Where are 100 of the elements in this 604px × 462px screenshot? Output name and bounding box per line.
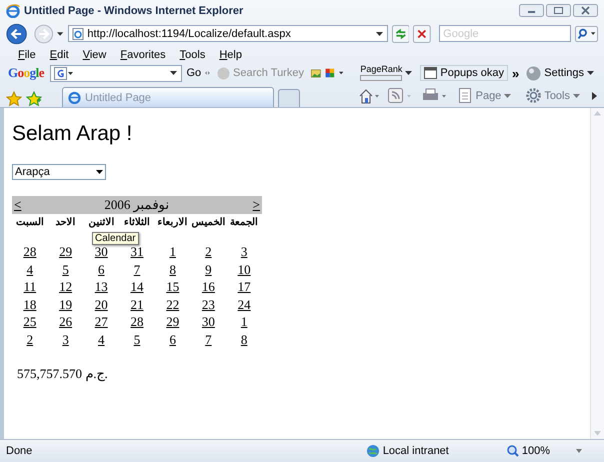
zoom-icon bbox=[506, 445, 519, 457]
day-link[interactable]: 12 bbox=[48, 278, 84, 296]
picture-icon[interactable] bbox=[310, 66, 321, 80]
menu-item[interactable]: File bbox=[18, 48, 36, 60]
day-link[interactable]: 28 bbox=[119, 313, 155, 330]
window-title: Untitled Page - Windows Internet Explorer bbox=[24, 4, 244, 16]
day-link[interactable]: 3 bbox=[48, 330, 84, 348]
maximize-button[interactable] bbox=[546, 4, 571, 17]
day-link[interactable]: 8 bbox=[226, 330, 262, 348]
day-link[interactable]: 8 bbox=[154, 260, 191, 278]
day-link[interactable]: 28 bbox=[12, 243, 48, 260]
google-g-icon bbox=[54, 66, 74, 80]
arrows-icon bbox=[205, 70, 210, 76]
menu-item[interactable]: View bbox=[82, 48, 106, 60]
day-link[interactable]: 14 bbox=[119, 278, 155, 296]
currency-amount: 575,757.570 ج.م. bbox=[17, 366, 108, 382]
day-link[interactable]: 1 bbox=[154, 243, 191, 260]
command-button[interactable]: Tools bbox=[523, 87, 584, 104]
weekday-label: الاربعاء bbox=[156, 216, 189, 230]
zoom-button[interactable]: 100% bbox=[506, 445, 582, 457]
search-button[interactable] bbox=[575, 24, 598, 42]
day-link[interactable]: 4 bbox=[12, 260, 48, 278]
page-icon bbox=[72, 28, 84, 40]
back-button[interactable] bbox=[6, 22, 30, 46]
dropdown-icon[interactable] bbox=[338, 70, 344, 76]
weekday-label: الخميس bbox=[190, 216, 226, 230]
dropdown-icon bbox=[587, 70, 595, 76]
day-link[interactable]: 4 bbox=[83, 330, 120, 348]
more-button[interactable]: » bbox=[512, 66, 520, 80]
day-link[interactable]: 22 bbox=[154, 296, 191, 313]
day-link[interactable]: 25 bbox=[12, 313, 48, 330]
weekday-label: الاحد bbox=[54, 216, 77, 230]
day-link[interactable]: 1 bbox=[226, 313, 262, 330]
day-link[interactable]: 27 bbox=[83, 313, 120, 330]
day-link[interactable]: 2 bbox=[12, 330, 48, 348]
window-icon bbox=[424, 67, 438, 79]
weekday-label: الاثنين bbox=[87, 216, 116, 230]
day-link[interactable]: 29 bbox=[154, 313, 191, 330]
day-link[interactable]: 18 bbox=[12, 296, 48, 313]
menu-item[interactable]: Help bbox=[219, 48, 242, 60]
pagerank-meter[interactable]: PageRank bbox=[360, 65, 402, 81]
stop-button[interactable] bbox=[413, 24, 432, 44]
day-link[interactable]: 16 bbox=[190, 278, 226, 296]
minimize-button[interactable] bbox=[519, 4, 544, 17]
menu-item[interactable]: Favorites bbox=[120, 48, 166, 60]
page-icon bbox=[458, 88, 473, 103]
day-link[interactable]: 20 bbox=[83, 296, 120, 313]
go-button[interactable]: Go bbox=[186, 67, 202, 79]
day-link[interactable]: 29 bbox=[48, 243, 84, 260]
dropdown-icon bbox=[504, 92, 512, 98]
day-link[interactable]: 30 bbox=[190, 313, 226, 330]
page-heading: Selam Arap ! bbox=[12, 122, 132, 146]
day-link[interactable]: 7 bbox=[119, 260, 155, 278]
dropdown-icon[interactable] bbox=[405, 70, 414, 76]
menu-item[interactable]: Edit bbox=[50, 48, 69, 60]
security-zone[interactable]: Local intranet bbox=[366, 444, 449, 458]
day-link[interactable]: 6 bbox=[154, 330, 191, 348]
add-favorite-icon[interactable] bbox=[26, 91, 42, 107]
next-month-link[interactable]: > bbox=[252, 197, 260, 213]
close-button[interactable] bbox=[573, 4, 598, 17]
day-link[interactable]: 24 bbox=[226, 296, 262, 313]
refresh-button[interactable] bbox=[392, 24, 410, 44]
settings-button[interactable]: Settings bbox=[523, 64, 598, 82]
day-link[interactable]: 23 bbox=[190, 296, 226, 313]
google-search-field[interactable] bbox=[50, 64, 182, 82]
feeds-icon[interactable] bbox=[388, 88, 414, 104]
day-link[interactable]: 11 bbox=[12, 278, 48, 296]
day-link[interactable]: 10 bbox=[226, 260, 262, 278]
google-logo[interactable]: Google bbox=[6, 65, 46, 81]
day-link[interactable]: 21 bbox=[119, 296, 155, 313]
day-link[interactable]: 13 bbox=[83, 278, 120, 296]
address-field[interactable]: http://localhost:1194/Localize/default.aspx bbox=[68, 25, 388, 42]
day-link[interactable]: 3 bbox=[226, 243, 262, 260]
day-link[interactable]: 15 bbox=[154, 278, 191, 296]
home-icon[interactable] bbox=[358, 88, 380, 104]
menu-item[interactable]: Tools bbox=[180, 48, 206, 60]
favorites-star-icon[interactable] bbox=[6, 91, 22, 107]
language-dropdown[interactable]: Arapça bbox=[12, 164, 106, 180]
dropdown-icon[interactable] bbox=[376, 30, 384, 36]
day-link[interactable]: 19 bbox=[48, 296, 84, 313]
dropdown-icon[interactable] bbox=[57, 30, 64, 36]
day-link[interactable]: 5 bbox=[48, 260, 84, 278]
day-link[interactable]: 26 bbox=[48, 313, 84, 330]
day-link[interactable]: 2 bbox=[190, 243, 226, 260]
day-link[interactable]: 5 bbox=[119, 330, 155, 348]
weekday-label: السبت bbox=[14, 216, 45, 230]
day-link[interactable]: 17 bbox=[226, 278, 262, 296]
day-link[interactable]: 31 bbox=[119, 243, 155, 260]
previous-month-link[interactable]: < bbox=[14, 197, 22, 213]
ie-logo-icon bbox=[6, 4, 20, 18]
day-link[interactable]: 6 bbox=[83, 260, 120, 278]
day-link[interactable]: 9 bbox=[190, 260, 226, 278]
day-link[interactable]: 7 bbox=[190, 330, 226, 348]
command-button[interactable]: Page bbox=[456, 87, 516, 104]
day-link[interactable]: 30 bbox=[83, 243, 120, 260]
popups-button[interactable]: Popups okay bbox=[420, 65, 508, 81]
ie-logo-icon bbox=[68, 91, 81, 104]
chevron-icon[interactable] bbox=[592, 92, 598, 100]
status-text: Done bbox=[6, 445, 32, 457]
tooltip: Calendar bbox=[92, 232, 139, 245]
